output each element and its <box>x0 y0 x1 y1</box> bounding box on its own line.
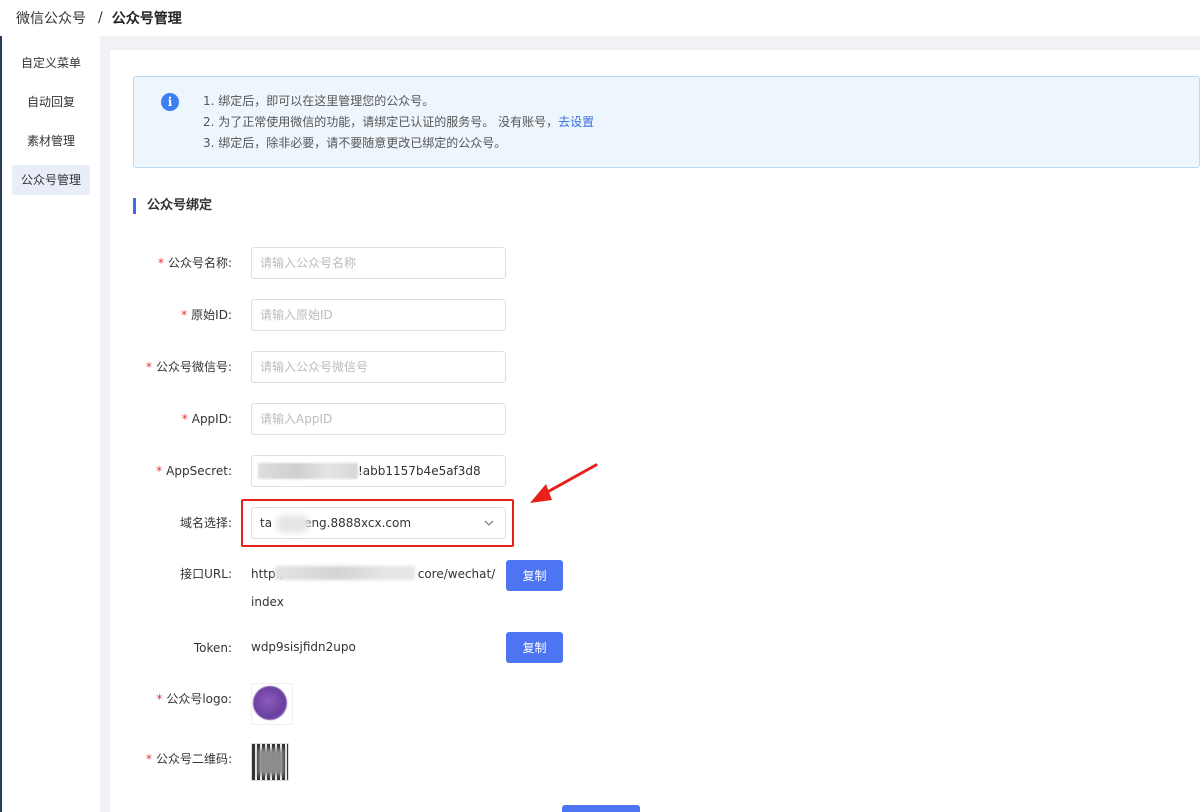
domain-label: 域名选择: <box>179 516 232 530</box>
domain-highlight-box <box>241 499 514 547</box>
wechat-id-input[interactable] <box>251 351 506 383</box>
breadcrumb-separator: / <box>98 10 103 26</box>
required-mark: * <box>156 692 163 706</box>
form-row-original-id: * 原始ID: <box>110 299 1200 331</box>
form-row-qrcode: * 公众号二维码: <box>110 743 1200 783</box>
sidebar-item-custom-menu[interactable]: 自定义菜单 <box>12 48 90 78</box>
appid-label: * AppID: <box>181 412 232 426</box>
notice-line-3: 3. 绑定后，除非必要，请不要随意更改已绑定的公众号。 <box>203 136 507 150</box>
logo-label: * 公众号logo: <box>156 692 232 706</box>
redacted-secret <box>258 463 358 479</box>
required-mark: * <box>181 412 188 426</box>
form-row-url: 接口URL: http:/core/wechat/index 复制 <box>110 560 1200 610</box>
sidebar-item-auto-reply[interactable]: 自动回复 <box>12 87 90 117</box>
appid-input[interactable] <box>251 403 506 435</box>
copy-token-button[interactable]: 复制 <box>506 632 563 663</box>
url-label: 接口URL: <box>180 567 232 581</box>
appsecret-label: * AppSecret: <box>156 464 232 478</box>
setup-link[interactable]: 去设置 <box>558 115 594 129</box>
required-mark: * <box>181 308 188 322</box>
form-row-appid: * AppID: <box>110 403 1200 435</box>
notice-box: i 1. 绑定后，即可以在这里管理您的公众号。 2. 为了正常使用微信的功能，请… <box>133 76 1200 168</box>
breadcrumb-parent[interactable]: 微信公众号 <box>16 8 86 28</box>
copy-url-button[interactable]: 复制 <box>506 560 563 591</box>
original-id-input[interactable] <box>251 299 506 331</box>
token-value: wdp9sisjfidn2upo <box>251 640 356 654</box>
form-row-logo: * 公众号logo: <box>110 683 1200 727</box>
logo-image <box>253 686 287 720</box>
notice-line-2-text: 2. 为了正常使用微信的功能，请绑定已认证的服务号。 没有账号， <box>203 115 559 129</box>
breadcrumb: 微信公众号 / 公众号管理 <box>0 0 1200 36</box>
form-row-appsecret: * AppSecret: <box>110 455 1200 487</box>
annotation-arrow-icon <box>530 463 598 503</box>
notice-lines: 1. 绑定后，即可以在这里管理您的公众号。 2. 为了正常使用微信的功能，请绑定… <box>203 91 594 154</box>
original-id-label: * 原始ID: <box>181 308 232 322</box>
token-label: Token: <box>193 641 232 655</box>
form-row-wechat-id: * 公众号微信号: <box>110 351 1200 383</box>
app-root: 微信公众号 / 公众号管理 自定义菜单 自动回复 素材管理 公众号管理 i 1.… <box>0 0 1200 812</box>
form-row-token: Token: wdp9sisjfidn2upo 复制 <box>110 632 1200 664</box>
notice-line-2: 2. 为了正常使用微信的功能，请绑定已认证的服务号。 没有账号，去设置 <box>203 112 594 133</box>
qrcode-image <box>258 749 284 775</box>
section-title: 公众号绑定 <box>133 198 212 214</box>
qrcode-upload[interactable] <box>251 743 289 781</box>
required-mark: * <box>145 752 152 766</box>
name-label: * 公众号名称: <box>157 256 232 270</box>
required-mark: * <box>145 360 152 374</box>
logo-upload[interactable] <box>251 683 293 725</box>
url-redacted <box>275 566 415 580</box>
notice-line-1: 1. 绑定后，即可以在这里管理您的公众号。 <box>203 94 435 108</box>
required-mark: * <box>157 256 164 270</box>
form-row-name: * 公众号名称: <box>110 247 1200 279</box>
account-name-input[interactable] <box>251 247 506 279</box>
sidebar-item-account-management[interactable]: 公众号管理 <box>12 165 90 195</box>
breadcrumb-current: 公众号管理 <box>111 11 182 27</box>
main-panel: i 1. 绑定后，即可以在这里管理您的公众号。 2. 为了正常使用微信的功能，请… <box>110 50 1200 812</box>
wechat-id-label: * 公众号微信号: <box>145 360 232 374</box>
submit-button[interactable] <box>562 805 640 812</box>
qrcode-label: * 公众号二维码: <box>145 752 232 766</box>
required-mark: * <box>156 464 163 478</box>
info-icon: i <box>161 93 179 111</box>
sidebar-item-materials[interactable]: 素材管理 <box>12 126 90 156</box>
sidebar: 自定义菜单 自动回复 素材管理 公众号管理 <box>2 36 100 812</box>
